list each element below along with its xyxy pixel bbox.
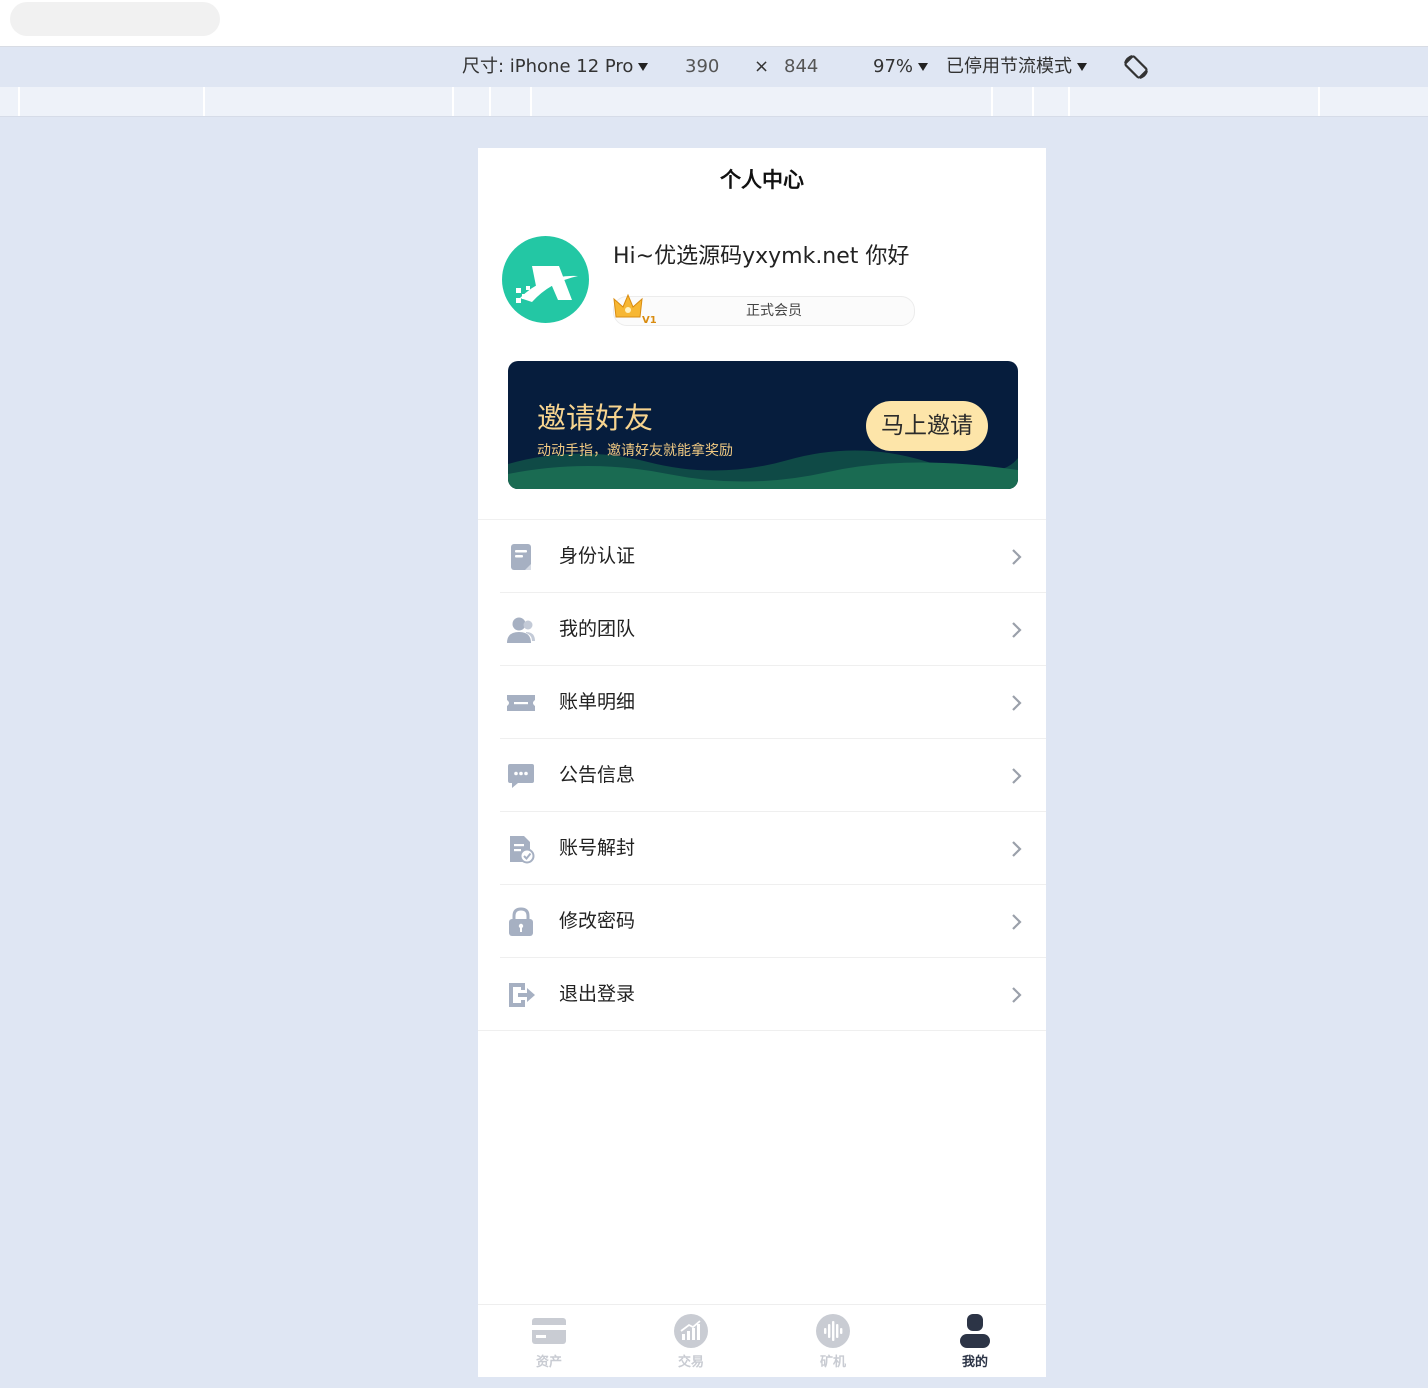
invite-banner[interactable]: 邀请好友 动动手指，邀请好友就能拿奖励 马上邀请 xyxy=(508,361,1018,489)
team-icon xyxy=(507,617,535,643)
menu-list: 身份认证 我的团队 账单明细 公告信息 账号解封 修改密码 退出登录 xyxy=(478,519,1046,1031)
chevron-down-icon xyxy=(1077,63,1087,71)
menu-item-my-team[interactable]: 我的团队 xyxy=(478,593,1046,666)
tab-label: 资产 xyxy=(535,1355,562,1370)
media-query-ruler xyxy=(0,87,1428,117)
soundwave-icon xyxy=(816,1314,850,1348)
menu-item-label: 账号解封 xyxy=(559,837,636,859)
app-logo-icon xyxy=(516,266,578,303)
chevron-right-icon xyxy=(1012,841,1022,857)
ruler-segment[interactable] xyxy=(1068,87,1070,116)
menu-item-label: 我的团队 xyxy=(559,618,636,640)
invite-button[interactable]: 马上邀请 xyxy=(866,401,988,451)
device-select-label: 尺寸: iPhone 12 Pro xyxy=(462,56,634,77)
device-toolbar: 尺寸: iPhone 12 Pro 390 × 844 97% 已停用节流模式 xyxy=(0,47,1428,87)
menu-item-label: 身份认证 xyxy=(559,545,636,567)
ruler-segment[interactable] xyxy=(489,87,491,116)
divider xyxy=(478,1030,1046,1031)
message-icon xyxy=(508,764,534,788)
chevron-right-icon xyxy=(1012,768,1022,784)
page-title: 个人中心 xyxy=(720,168,804,192)
chevron-right-icon xyxy=(1012,987,1022,1003)
bill-icon xyxy=(507,695,535,711)
menu-item-announcements[interactable]: 公告信息 xyxy=(478,739,1046,812)
logout-icon xyxy=(509,983,535,1007)
menu-item-account-unblock[interactable]: 账号解封 xyxy=(478,812,1046,885)
banner-subtitle: 动动手指，邀请好友就能拿奖励 xyxy=(537,443,733,459)
chevron-down-icon xyxy=(918,63,929,71)
ruler-segment[interactable] xyxy=(991,87,993,116)
id-document-icon xyxy=(511,544,531,570)
browser-top-bar xyxy=(0,0,1428,47)
throttle-label: 已停用节流模式 xyxy=(946,56,1072,77)
ruler-segment[interactable] xyxy=(203,87,205,116)
menu-item-label: 修改密码 xyxy=(559,910,636,932)
ruler-segment[interactable] xyxy=(1032,87,1034,116)
phone-viewport: 个人中心 Hi~优选源码yxymk.net 你好 V1 正式会员 邀请好友 动动… xyxy=(478,148,1046,1377)
ruler-segment[interactable] xyxy=(452,87,454,116)
tab-label: 我的 xyxy=(961,1355,988,1370)
times-sign: × xyxy=(754,56,770,77)
menu-item-label: 账单明细 xyxy=(559,691,636,713)
menu-item-label: 公告信息 xyxy=(559,764,636,786)
zoom-label: 97% xyxy=(873,56,914,77)
tab-label: 矿机 xyxy=(819,1355,846,1370)
menu-item-bill-details[interactable]: 账单明细 xyxy=(478,666,1046,739)
menu-item-change-password[interactable]: 修改密码 xyxy=(478,885,1046,958)
chevron-right-icon xyxy=(1012,914,1022,930)
menu-item-id-verification[interactable]: 身份认证 xyxy=(478,520,1046,593)
throttle-select[interactable]: 已停用节流模式 xyxy=(946,47,1087,87)
width-input[interactable]: 390 xyxy=(685,47,719,87)
tab-mine[interactable]: 我的 xyxy=(904,1305,1046,1377)
lock-icon xyxy=(509,907,533,936)
ruler-segment[interactable] xyxy=(18,87,20,116)
device-select[interactable]: 尺寸: iPhone 12 Pro xyxy=(462,47,649,87)
chevron-right-icon xyxy=(1012,695,1022,711)
user-icon xyxy=(960,1314,990,1348)
menu-item-label: 退出登录 xyxy=(559,983,636,1005)
member-level-bar: V1 正式会员 xyxy=(613,293,915,326)
tab-trade[interactable]: 交易 xyxy=(620,1305,762,1377)
tab-assets[interactable]: 资产 xyxy=(478,1305,620,1377)
tab-label: 交易 xyxy=(677,1355,704,1370)
rotate-icon[interactable] xyxy=(1122,53,1150,81)
greeting-text: Hi~优选源码yxymk.net 你好 xyxy=(613,244,910,269)
ruler-segment[interactable] xyxy=(1318,87,1320,116)
bottom-tab-bar: 资产 交易 矿机 我的 xyxy=(478,1304,1046,1377)
card-icon xyxy=(532,1318,566,1344)
height-input[interactable]: 844 xyxy=(784,47,818,87)
chevron-right-icon xyxy=(1012,622,1022,638)
chart-icon xyxy=(674,1314,708,1348)
chevron-down-icon xyxy=(638,63,649,71)
chevron-right-icon xyxy=(1012,549,1022,565)
member-label: 正式会员 xyxy=(746,303,802,319)
banner-title: 邀请好友 xyxy=(537,401,654,435)
browser-tab[interactable] xyxy=(10,2,220,36)
zoom-select[interactable]: 97% xyxy=(873,47,929,87)
unlock-doc-icon xyxy=(510,836,535,864)
ruler-segment[interactable] xyxy=(530,87,532,116)
avatar[interactable] xyxy=(502,236,589,323)
tab-miner[interactable]: 矿机 xyxy=(762,1305,904,1377)
menu-item-logout[interactable]: 退出登录 xyxy=(478,958,1046,1031)
